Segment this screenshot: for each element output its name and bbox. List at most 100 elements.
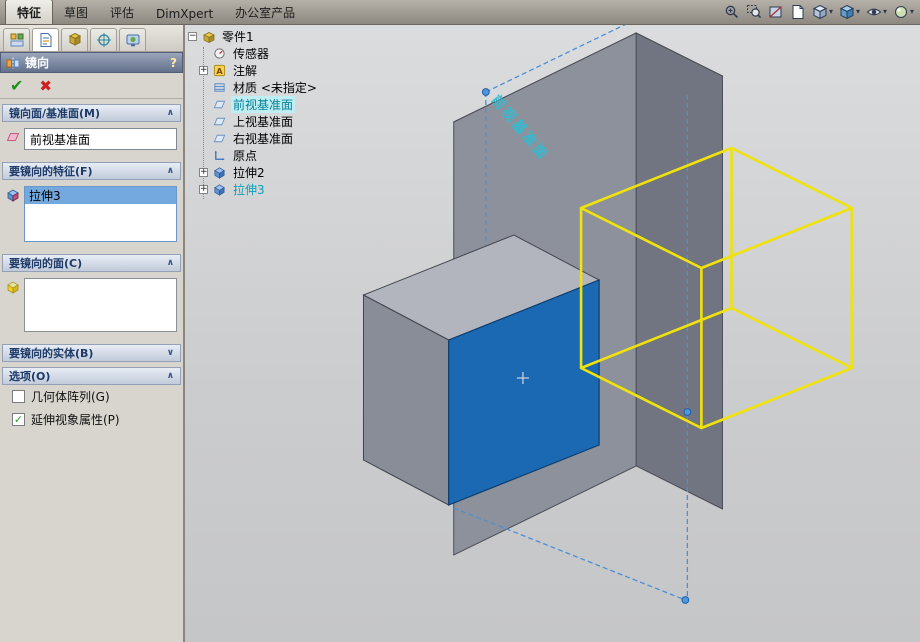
- tree-item-label: 注解: [233, 64, 258, 78]
- tree-item-annotations[interactable]: + A 注解: [188, 62, 364, 79]
- section-view-icon[interactable]: [767, 3, 785, 21]
- dimxpertmanager-tab[interactable]: [90, 28, 117, 51]
- command-manager-bar: 特征 草图 评估 DimXpert 办公室产品 ▾ ▾ ▾ ▾: [0, 0, 920, 25]
- property-manager-actions: ✔ ✖: [0, 73, 183, 99]
- plane-icon: [212, 131, 227, 146]
- zoom-to-area-icon[interactable]: [745, 3, 763, 21]
- expand-icon[interactable]: +: [199, 168, 208, 177]
- tab-dimxpert[interactable]: DimXpert: [145, 3, 224, 24]
- checkbox-label: 延伸视象属性(P): [31, 413, 120, 427]
- mirror-plane-value: 前视基准面: [30, 132, 91, 147]
- help-icon[interactable]: ?: [170, 56, 177, 70]
- part-icon: [201, 29, 216, 44]
- left-panel-tabs: [0, 25, 183, 52]
- annotations-icon: A: [212, 63, 227, 78]
- group-header-bodies[interactable]: 要镜向的实体(B) ∨: [2, 344, 181, 362]
- property-manager-title-bar: 镜向 ?: [0, 52, 183, 73]
- view-orientation-icon[interactable]: ▾: [811, 3, 834, 21]
- property-manager-panel: 镜向 ? ✔ ✖ 镜向面/基准面(M) ∧ 前视基准面 要镜向的特征(F) ∧ …: [0, 25, 185, 642]
- chevron-down-icon: ∨: [166, 348, 174, 358]
- propertymanager-tab[interactable]: [32, 28, 59, 51]
- cancel-button[interactable]: ✖: [39, 77, 52, 95]
- tab-evaluate[interactable]: 评估: [99, 0, 145, 24]
- group-title: 要镜向的特征(F): [9, 165, 93, 178]
- group-mirror-plane: 镜向面/基准面(M) ∧ 前视基准面: [2, 104, 181, 157]
- appearance-icon[interactable]: ▾: [892, 3, 915, 21]
- checkbox-label: 几何体阵列(G): [31, 390, 110, 404]
- solidworks-window: 特征 草图 评估 DimXpert 办公室产品 ▾ ▾ ▾ ▾ 镜向 ? ✔ ✖…: [0, 0, 920, 642]
- featuremanager-icon: [10, 33, 23, 47]
- extrude-icon: [212, 165, 227, 180]
- propagate-visual-properties-option[interactable]: ✓ 延伸视象属性(P): [2, 408, 181, 431]
- tab-sketch[interactable]: 草图: [53, 0, 99, 24]
- features-listbox[interactable]: 拉伸3: [24, 186, 177, 242]
- tree-item-top-plane[interactable]: 上视基准面: [188, 113, 364, 130]
- plate-right-face[interactable]: [635, 32, 723, 510]
- tree-item-label: 前视基准面: [231, 96, 296, 113]
- plane-icon: [212, 97, 227, 112]
- featuremanager-tab[interactable]: [3, 28, 30, 51]
- tree-item-material[interactable]: 材质 <未指定>: [188, 79, 364, 96]
- faces-to-mirror-icon: [6, 280, 20, 297]
- mirror-plane-icon: [6, 130, 20, 147]
- viewport-3d[interactable]: 前视基准面 − 零件1 传感器 + A 注解 材质 <未指定> 前视基准面 上视…: [185, 25, 920, 642]
- display-style-icon[interactable]: ▾: [838, 3, 861, 21]
- mirror-plane-field[interactable]: 前视基准面: [24, 128, 177, 150]
- group-header-options[interactable]: 选项(O) ∧: [2, 367, 181, 385]
- tree-item-extrude2[interactable]: + 拉伸2: [188, 164, 364, 181]
- property-manager-title: 镜向: [25, 56, 50, 70]
- origin-icon: [212, 148, 227, 163]
- plane-handle[interactable]: [681, 596, 690, 604]
- chevron-down-icon: ▾: [909, 7, 914, 16]
- tab-office-products[interactable]: 办公室产品: [224, 0, 306, 24]
- tree-item-right-plane[interactable]: 右视基准面: [188, 130, 364, 147]
- tree-item-front-plane[interactable]: 前视基准面: [188, 96, 364, 113]
- chevron-up-icon: ∧: [166, 166, 174, 176]
- group-title: 选项(O): [9, 370, 51, 383]
- group-header-mirror-plane[interactable]: 镜向面/基准面(M) ∧: [2, 104, 181, 122]
- group-title: 要镜向的实体(B): [9, 347, 94, 360]
- view-heads-up-toolbar: ▾ ▾ ▾ ▾: [723, 3, 915, 24]
- group-options: 选项(O) ∧ 几何体阵列(G) ✓ 延伸视象属性(P): [2, 367, 181, 431]
- group-bodies-to-mirror: 要镜向的实体(B) ∨: [2, 344, 181, 362]
- tree-item-part-root[interactable]: − 零件1: [188, 28, 364, 45]
- group-header-faces[interactable]: 要镜向的面(C) ∧: [2, 254, 181, 272]
- zoom-in-icon[interactable]: [723, 3, 741, 21]
- faces-listbox[interactable]: [24, 278, 177, 332]
- ok-button[interactable]: ✔: [10, 76, 23, 95]
- displaymanager-icon: [126, 34, 139, 47]
- feature-list-item[interactable]: 拉伸3: [25, 187, 176, 204]
- plane-handle[interactable]: [683, 408, 692, 416]
- hide-show-items-icon[interactable]: ▾: [865, 3, 888, 21]
- group-title: 要镜向的面(C): [9, 257, 83, 270]
- expand-icon[interactable]: +: [199, 66, 208, 75]
- sheet-icon[interactable]: [789, 3, 807, 21]
- displaymanager-tab[interactable]: [119, 28, 146, 51]
- tree-item-origin[interactable]: 原点: [188, 147, 364, 164]
- plane-handle[interactable]: [481, 88, 490, 96]
- configurationmanager-tab[interactable]: [61, 28, 88, 51]
- group-features-to-mirror: 要镜向的特征(F) ∧ 拉伸3: [2, 162, 181, 249]
- chevron-down-icon: ▾: [882, 7, 887, 16]
- tab-features[interactable]: 特征: [5, 0, 54, 24]
- tree-item-label: 拉伸2: [233, 166, 265, 180]
- collapse-icon[interactable]: −: [188, 32, 197, 41]
- tree-item-sensors[interactable]: 传感器: [188, 45, 364, 62]
- geometry-pattern-option[interactable]: 几何体阵列(G): [2, 385, 181, 408]
- material-icon: [212, 80, 227, 95]
- extrude-icon: [212, 182, 227, 197]
- tree-item-extrude3[interactable]: + 拉伸3: [188, 181, 364, 198]
- tree-item-label: 拉伸3: [233, 183, 265, 197]
- chevron-down-icon: ▾: [855, 7, 860, 16]
- configurationmanager-icon: [68, 32, 81, 46]
- group-title: 镜向面/基准面(M): [9, 107, 101, 120]
- propertymanager-icon: [40, 33, 51, 47]
- chevron-down-icon: ▾: [828, 7, 833, 16]
- feature-tree: − 零件1 传感器 + A 注解 材质 <未指定> 前视基准面 上视基准面 右视…: [188, 28, 364, 199]
- checkbox-unchecked[interactable]: [12, 390, 25, 403]
- checkbox-checked[interactable]: ✓: [12, 413, 25, 426]
- group-header-features[interactable]: 要镜向的特征(F) ∧: [2, 162, 181, 180]
- features-to-mirror-icon: [6, 188, 20, 205]
- expand-icon[interactable]: +: [199, 185, 208, 194]
- tree-item-label: 上视基准面: [233, 115, 294, 129]
